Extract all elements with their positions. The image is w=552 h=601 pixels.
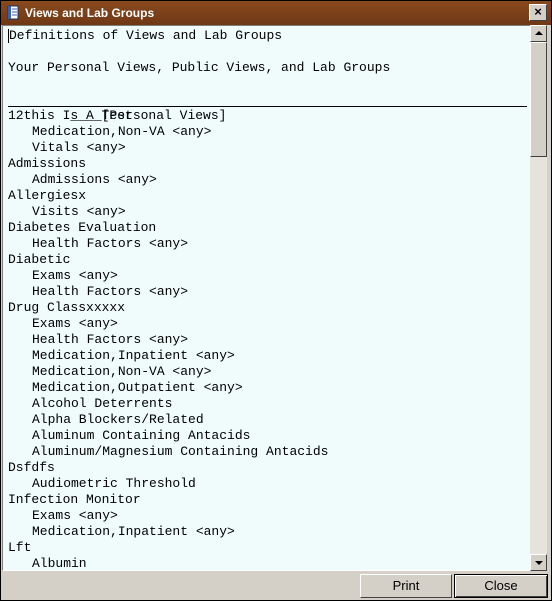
view-group-name: Allergiesx <box>8 188 87 203</box>
view-group-name: Diabetes Evaluation <box>8 220 157 235</box>
dialog-footer: Print Close <box>1 572 551 600</box>
report-text-area[interactable]: Definitions of Views and Lab Groups Your… <box>2 25 546 571</box>
section-underline <box>8 106 527 107</box>
title-bar[interactable]: Views and Lab Groups × <box>1 1 551 25</box>
view-item: Medication,Non-VA <any> <box>32 124 212 139</box>
view-item: Health Factors <any> <box>32 332 189 347</box>
print-button[interactable]: Print <box>360 574 452 598</box>
views-lab-groups-window: Views and Lab Groups × Definitions of Vi… <box>0 0 552 601</box>
scroll-thumb[interactable] <box>530 42 547 157</box>
view-item: Exams <any> <box>32 316 118 331</box>
view-item: Health Factors <any> <box>32 284 189 299</box>
view-item: Aluminum/Magnesium Containing Antacids <box>32 444 329 459</box>
notebook-icon <box>6 5 20 20</box>
view-group-name: Admissions <box>8 156 87 171</box>
report-text: Definitions of Views and Lab Groups Your… <box>8 28 530 568</box>
close-icon[interactable]: × <box>529 4 547 21</box>
view-group-name: Diabetic <box>8 252 71 267</box>
arrow-down-icon <box>535 561 543 565</box>
view-item: Exams <any> <box>32 268 118 283</box>
view-item: Medication,Inpatient <any> <box>32 524 235 539</box>
view-item: Vitals <any> <box>32 140 126 155</box>
close-button[interactable]: Close <box>454 574 548 598</box>
view-definitions-list: 12this Is A Test Medication,Non-VA <any> V… <box>8 108 530 568</box>
view-item: Health Factors <any> <box>32 236 189 251</box>
window-title: Views and Lab Groups <box>25 6 155 20</box>
view-group-name: Infection Monitor <box>8 492 141 507</box>
report-subheading: Your Personal Views, Public Views, and L… <box>8 60 391 75</box>
view-item: Audiometric Threshold <box>32 476 196 491</box>
view-group-name: Dsfdfs <box>8 460 55 475</box>
view-group-name: Lft <box>8 540 32 555</box>
view-item: Admissions <any> <box>32 172 157 187</box>
vertical-scrollbar[interactable] <box>530 25 547 571</box>
view-item: Medication,Outpatient <any> <box>32 380 243 395</box>
section-header-personal-views: ____[Personal Views] <box>8 92 530 123</box>
view-item: Medication,Inpatient <any> <box>32 348 235 363</box>
view-item: Aluminum Containing Antacids <box>32 428 251 443</box>
report-heading: Definitions of Views and Lab Groups <box>8 28 283 43</box>
scroll-up-button[interactable] <box>530 25 547 42</box>
view-item: Alpha Blockers/Related <box>32 412 204 427</box>
view-item: Albumin <box>32 556 87 568</box>
view-item: Exams <any> <box>32 508 118 523</box>
view-item: Alcohol Deterrents <box>32 396 173 411</box>
scroll-down-button[interactable] <box>530 554 547 571</box>
view-item: Visits <any> <box>32 204 126 219</box>
arrow-up-icon <box>535 31 543 35</box>
view-item: Medication,Non-VA <any> <box>32 364 212 379</box>
view-group-name: Drug Classxxxxx <box>8 300 126 315</box>
